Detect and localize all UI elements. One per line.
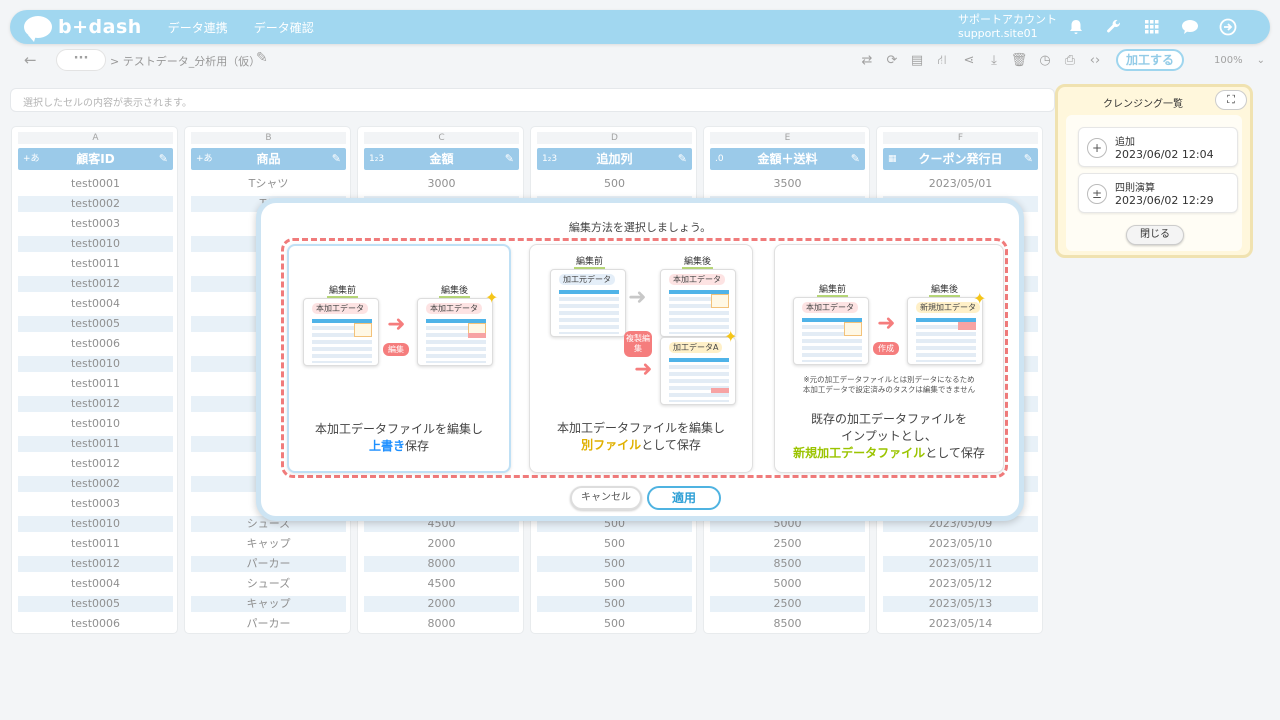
cleansing-title: クレンジング一覧 — [1103, 99, 1183, 110]
cancel-button[interactable]: キャンセル — [570, 486, 642, 510]
sparkle-icon: ✦ — [724, 327, 738, 346]
arrow-right-icon: ➜ — [877, 311, 896, 336]
modal-title: 編集方法を選択しましょう。 — [568, 221, 712, 234]
doc-before-illustration: 本加工データ — [793, 297, 869, 365]
plus-icon: + — [1087, 138, 1107, 158]
doc-before-illustration: 本加工データ — [303, 298, 379, 366]
doc-new-illustration: 新規加工データ — [907, 297, 983, 365]
doc-copy-illustration: 加工データA — [660, 337, 736, 405]
edit-method-modal: 編集方法を選択しましょう。 編集前 編集後 本加工データ ➜ 編集 本加工データ… — [256, 198, 1024, 521]
cleansing-panel: クレンジング一覧 ⛶ + 追加 2023/06/02 12:04 ± 四則演算 … — [1055, 84, 1253, 258]
close-panel-button[interactable]: 閉じる — [1126, 225, 1184, 245]
option-new-file-card[interactable]: 編集前 編集後 本加工データ ➜ 作成 新規加工データ ✦ ※元の加工データファ… — [774, 244, 1004, 473]
option-overwrite-card[interactable]: 編集前 編集後 本加工データ ➜ 編集 本加工データ ✦ 本加工データファイルを… — [287, 244, 511, 473]
arrow-down-right-icon: ➜ — [634, 357, 653, 382]
cleansing-item[interactable]: + 追加 2023/06/02 12:04 — [1078, 127, 1238, 167]
doc-after-illustration: 本加工データ — [417, 298, 493, 366]
arithmetic-icon: ± — [1087, 184, 1107, 204]
apply-button[interactable]: 適用 — [647, 486, 721, 510]
sparkle-icon: ✦ — [485, 288, 499, 307]
option-separate-file-card[interactable]: 編集前 編集後 加工元データ ➜ 本加工データ 複製編集 ➜ 加工データA ✦ … — [529, 244, 753, 473]
arrow-right-icon: ➜ — [628, 285, 647, 310]
doc-source-illustration: 加工元データ — [550, 269, 626, 337]
cleansing-item[interactable]: ± 四則演算 2023/06/02 12:29 — [1078, 173, 1238, 213]
sparkle-icon: ✦ — [973, 289, 987, 308]
arrow-right-icon: ➜ — [387, 312, 406, 337]
expand-icon[interactable]: ⛶ — [1215, 90, 1247, 110]
